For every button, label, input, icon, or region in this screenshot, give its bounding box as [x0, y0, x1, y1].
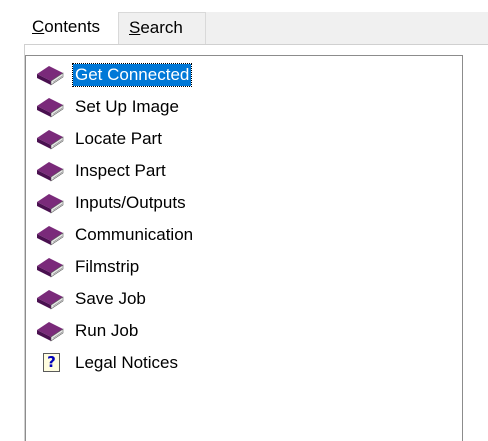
book-icon — [37, 66, 64, 86]
tree-item-label: Legal Notices — [75, 353, 179, 372]
book-icon — [37, 98, 64, 118]
tree-item-communication[interactable]: Communication — [34, 222, 195, 248]
book-icon — [37, 226, 64, 246]
tab-strip-background — [206, 12, 488, 44]
book-icon — [37, 258, 64, 278]
tree-item-legal-notices[interactable]: ? Legal Notices — [34, 350, 180, 376]
tab-bar: Contents Search — [24, 10, 488, 44]
tree-item-save-job[interactable]: Save Job — [34, 286, 148, 312]
tab-contents-label: ontents — [44, 17, 101, 36]
tab-contents[interactable]: Contents — [24, 10, 116, 43]
contents-tree[interactable]: Get Connected Set Up Image Locate Part I… — [25, 55, 463, 441]
tree-item-get-connected[interactable]: Get Connected — [34, 62, 193, 88]
tree-item-label: Run Job — [75, 321, 139, 340]
tab-search[interactable]: Search — [118, 12, 206, 44]
tree-item-inputs-outputs[interactable]: Inputs/Outputs — [34, 190, 188, 216]
tree-item-filmstrip[interactable]: Filmstrip — [34, 254, 141, 280]
tree-item-label: Inputs/Outputs — [75, 193, 186, 212]
book-icon — [37, 290, 64, 310]
tree-item-label: Inspect Part — [75, 161, 166, 180]
tree-item-label: Communication — [75, 225, 194, 244]
book-icon — [37, 162, 64, 182]
tree-item-label: Set Up Image — [75, 97, 179, 116]
help-page-icon: ? — [34, 351, 66, 375]
tab-search-mnemonic: S — [129, 18, 141, 37]
tab-contents-mnemonic: C — [32, 17, 45, 36]
help-question-mark: ? — [43, 353, 60, 372]
tree-item-locate-part[interactable]: Locate Part — [34, 126, 164, 152]
tree-item-label: Filmstrip — [75, 257, 140, 276]
tree-item-label: Locate Part — [75, 129, 162, 148]
book-icon — [37, 322, 64, 342]
tab-search-label: earch — [140, 18, 183, 37]
tree-item-set-up-image[interactable]: Set Up Image — [34, 94, 181, 120]
tree-item-run-job[interactable]: Run Job — [34, 318, 140, 344]
tree-item-label: Get Connected — [71, 63, 193, 87]
book-icon — [37, 194, 64, 214]
tree-item-inspect-part[interactable]: Inspect Part — [34, 158, 168, 184]
tree-item-label: Save Job — [75, 289, 146, 308]
book-icon — [37, 130, 64, 150]
